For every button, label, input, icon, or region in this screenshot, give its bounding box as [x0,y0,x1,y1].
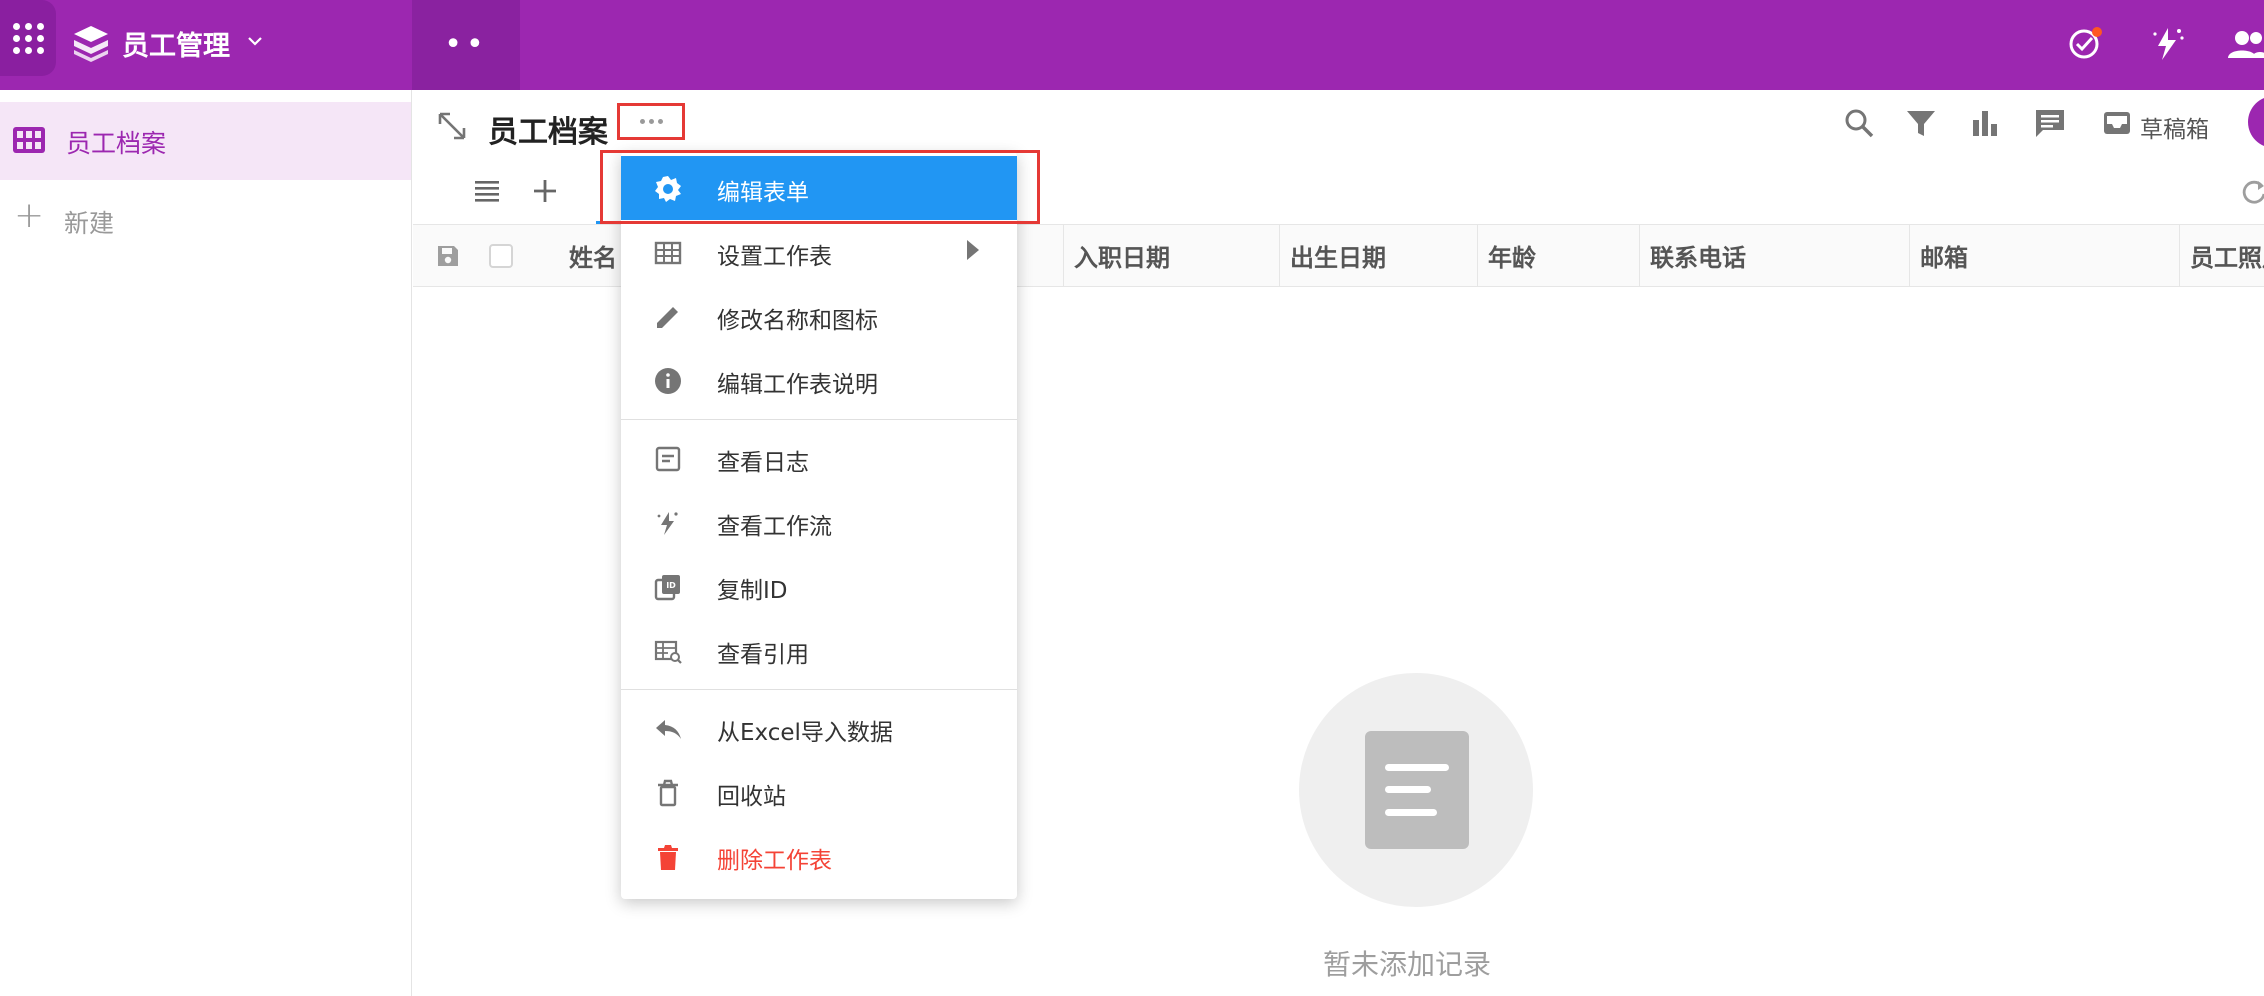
menu-item-label: 回收站 [717,784,786,810]
menu-divider [621,689,1017,690]
menu-item-view-workflow[interactable]: 查看工作流 [621,490,1017,554]
menu-item-view-log[interactable]: 查看日志 [621,426,1017,490]
menu-item-label: 复制ID [717,578,788,604]
menu-item-label: 删除工作表 [717,848,832,874]
page-title: 员工档案 [488,115,608,150]
inbox-icon[interactable] [2100,106,2134,140]
menu-item-delete-sheet[interactable]: 删除工作表 [621,824,1017,888]
column-header-hire-date[interactable]: 入职日期 [1063,225,1279,286]
sidebar-item-label: 新建 [64,209,115,238]
filter-icon[interactable] [1904,106,1938,140]
menu-item-label: 查看日志 [717,450,809,476]
column-header-age[interactable]: 年龄 [1477,225,1639,286]
menu-item-view-references[interactable]: 查看引用 [621,618,1017,682]
reply-icon [656,720,681,739]
task-check-icon[interactable] [2064,22,2106,64]
save-icon[interactable] [435,243,461,269]
app-logo-icon [74,26,108,62]
grid-table-icon [13,127,45,153]
grid-dots-icon [12,22,44,54]
list-view-icon[interactable] [472,176,502,206]
document-icon [1365,731,1469,849]
svg-text:ID: ID [666,581,676,590]
sidebar-item-employee-records[interactable]: 员工档案 [0,102,411,180]
chart-icon[interactable] [1968,106,2002,140]
members-icon[interactable] [2226,22,2264,64]
highlight-annotation [600,150,1040,224]
workflow-icon [657,512,678,535]
chevron-down-icon[interactable] [244,30,266,52]
pencil-icon [657,307,678,328]
plus-icon: + [14,195,45,236]
menu-item-rename[interactable]: 修改名称和图标 [621,284,1017,348]
menu-item-label: 编辑工作表说明 [717,372,878,398]
sidebar-item-label: 员工档案 [66,129,167,158]
table-icon [654,241,682,265]
menu-item-edit-description[interactable]: 编辑工作表说明 [621,348,1017,412]
menu-item-label: 设置工作表 [717,244,832,270]
reference-icon [654,640,682,664]
copy-id-icon: ID [654,575,680,601]
expand-icon[interactable] [436,110,468,142]
submenu-arrow-icon [967,240,979,260]
column-header-phone[interactable]: 联系电话 [1639,225,1909,286]
drafts-button[interactable]: 草稿箱 [2140,110,2209,144]
menu-item-label: 查看工作流 [717,514,832,540]
menu-item-import-excel[interactable]: 从Excel导入数据 [621,696,1017,760]
apps-menu-button[interactable] [0,0,56,76]
log-icon [655,446,681,472]
menu-divider [621,419,1017,420]
refresh-icon[interactable] [2240,178,2264,206]
column-header-email[interactable]: 邮箱 [1909,225,2179,286]
menu-item-label: 查看引用 [717,642,809,668]
more-options-button[interactable] [617,103,685,140]
app-title[interactable]: 员工管理 [122,24,230,63]
trash-icon [658,845,678,870]
sidebar-item-new[interactable]: + 新建 [0,190,411,250]
dots-icon: •• [444,27,488,62]
workflow-icon[interactable] [2146,22,2188,64]
empty-state-text: 暂未添加记录 [1323,948,1492,981]
menu-item-label: 修改名称和图标 [717,308,878,334]
sidebar: 员工档案 + 新建 [0,90,412,996]
avatar[interactable] [2248,96,2264,148]
comment-icon[interactable] [2033,106,2067,140]
column-header-photo[interactable]: 员工照片 [2179,225,2264,286]
ellipsis-icon [639,119,663,124]
column-header-birth-date[interactable]: 出生日期 [1279,225,1477,286]
more-options-menu: 编辑表单 设置工作表 修改名称和图标 编辑工作表说明 查看日志 查看工作流 ID… [621,152,1017,899]
recycle-bin-icon [658,779,678,807]
info-icon [655,368,681,394]
more-apps-button[interactable]: •• [412,0,520,90]
menu-item-recycle-bin[interactable]: 回收站 [621,760,1017,824]
add-view-icon[interactable] [530,176,560,206]
top-bar: 员工管理 •• [0,0,2264,90]
menu-item-sheet-settings[interactable]: 设置工作表 [621,220,1017,284]
search-icon[interactable] [1842,106,1876,140]
select-all-checkbox[interactable] [489,244,513,268]
menu-item-label: 从Excel导入数据 [717,720,893,746]
menu-item-copy-id[interactable]: ID 复制ID [621,554,1017,618]
